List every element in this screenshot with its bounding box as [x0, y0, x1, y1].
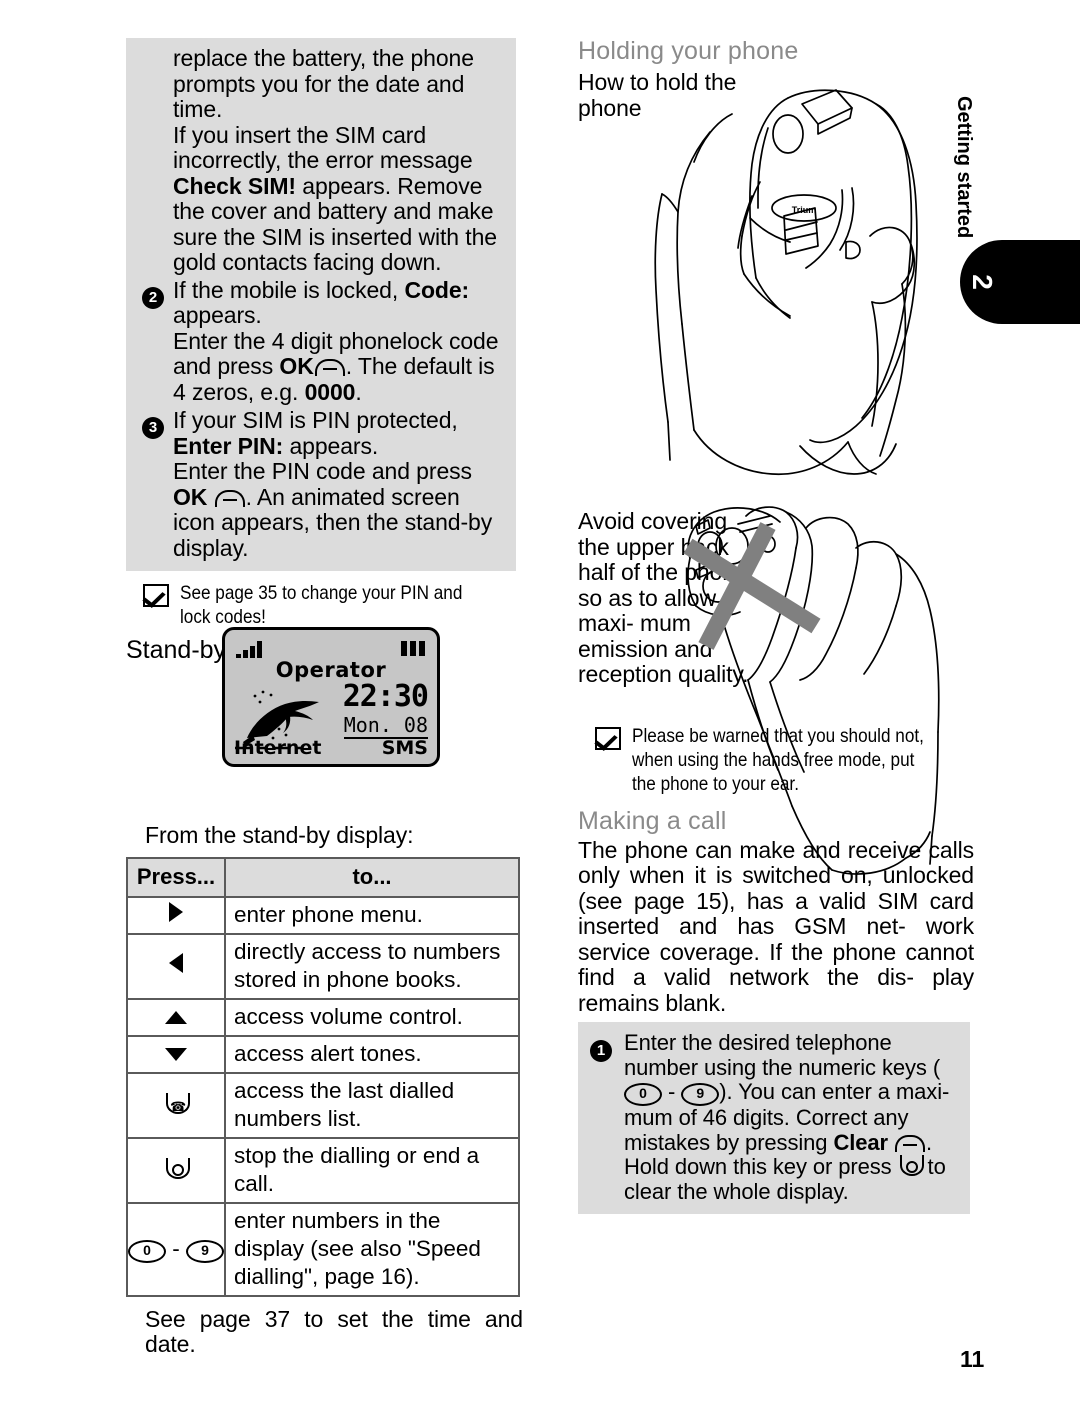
step-3-line1-pre: If your SIM is PIN protected, — [173, 407, 458, 433]
step-2-body: If the mobile is locked, Code: appears. … — [173, 276, 502, 406]
step-2-line1-post: appears. — [173, 302, 262, 328]
step-2-line2-post: . — [355, 378, 362, 405]
header-press: Press... — [126, 856, 226, 898]
battery-icon — [401, 641, 425, 656]
step-number-badge: 3 — [142, 417, 164, 439]
check-box-icon — [143, 584, 169, 607]
end-key-icon — [898, 1155, 924, 1179]
key-nine-icon: 9 — [681, 1083, 720, 1106]
step-3-number: 3 — [142, 408, 173, 439]
check-sim-bold: Check SIM! — [173, 172, 296, 199]
standby-display-screenshot: Operator 22:30 Mon. 08 Internet SMS — [222, 627, 440, 767]
step-3-line1: If your SIM is PIN protected, Enter PIN:… — [173, 407, 502, 459]
step-1-number: 1 — [590, 1031, 624, 1062]
table-row: stop the dialling or end a call. — [126, 1136, 520, 1204]
row-action: directly access to numbers stored in pho… — [224, 932, 520, 1000]
step-2-line1-pre: If the mobile is locked, — [173, 276, 405, 303]
table-row: access the last dialled numbers list. — [126, 1071, 520, 1139]
code-label-bold: Code: — [404, 276, 470, 303]
ok-key-icon — [314, 359, 345, 376]
chapter-label: Getting started — [953, 96, 1005, 238]
clear-label-bold: Clear — [833, 1129, 888, 1155]
chapter-tab: 2 — [960, 240, 1080, 324]
arrow-up-icon — [126, 997, 226, 1037]
manual-page: replace the battery, the phone prompts y… — [0, 0, 1080, 1410]
row-action: enter numbers in the display (see also "… — [224, 1201, 520, 1297]
step-2-line2: Enter the 4 digit phonelock code and pre… — [173, 328, 502, 406]
step-number-badge: 1 — [590, 1040, 612, 1062]
table-row: enter phone menu. — [126, 895, 520, 935]
arrow-left-icon — [126, 932, 226, 1000]
key-range-dash: - — [662, 1079, 682, 1104]
numeric-keys-icon: 0 - 9 — [126, 1201, 226, 1297]
step-1-text: Enter the desired telephone number using… — [624, 1030, 960, 1204]
enter-pin-bold: Enter PIN: — [173, 432, 284, 459]
instructions-gray-box: replace the battery, the phone prompts y… — [126, 38, 516, 571]
page-number: 11 — [960, 1346, 985, 1372]
header-to: to... — [224, 856, 520, 898]
chapter-tab-number: 2 — [966, 274, 998, 290]
key-zero: 0 — [128, 1239, 166, 1263]
pin-note-text: See page 35 to change your PIN and lock … — [180, 582, 463, 628]
holding-your-phone-heading: Holding your phone — [578, 37, 799, 65]
end-key-icon — [126, 1136, 226, 1204]
table-row: access alert tones. — [126, 1034, 520, 1074]
table-row: access volume control. — [126, 997, 520, 1037]
step-2-number: 2 — [142, 278, 173, 309]
row-action: access volume control. — [224, 997, 520, 1037]
hand-holding-phone-correct-illustration: Trium — [654, 89, 918, 476]
ok-key-icon — [214, 489, 245, 507]
step-3: 3 If your SIM is PIN protected, Enter PI… — [142, 407, 502, 561]
ok-key-icon — [895, 1134, 925, 1152]
sim-paragraph-pre: If you insert the SIM card incorrectly, … — [173, 121, 473, 173]
pin-note: See page 35 to change your PIN and lock … — [143, 581, 526, 629]
intro-paragraph: replace the battery, the phone prompts y… — [173, 45, 474, 122]
ok-label-bold: OK — [173, 483, 208, 510]
arrow-right-icon — [126, 895, 226, 935]
step-2-line1: If the mobile is locked, Code: appears. — [173, 276, 502, 329]
step-3-line2: Enter the PIN code and press OK . An ani… — [173, 458, 502, 561]
step-3-line2-pre: Enter the PIN code and press — [173, 458, 472, 484]
table-row: directly access to numbers stored in pho… — [126, 932, 520, 1000]
step-1-body: Enter the desired telephone number using… — [624, 1030, 960, 1204]
arrow-down-icon — [126, 1034, 226, 1074]
key-nine: 9 — [186, 1239, 224, 1263]
chapter-label-text: Getting started — [953, 96, 975, 239]
key-function-table: Press... to... enter phone menu. directl… — [126, 856, 520, 1297]
sim-paragraph: If you insert the SIM card incorrectly, … — [173, 121, 502, 276]
step-1-part1: Enter the desired telephone number using… — [624, 1030, 941, 1080]
send-key-icon — [126, 1071, 226, 1139]
check-box-icon — [595, 726, 621, 750]
row-action: access the last dialled numbers list. — [224, 1071, 520, 1139]
from-standby-label: From the stand-by display: — [145, 822, 414, 848]
row-action: stop the dialling or end a call. — [224, 1136, 520, 1204]
making-a-call-gray-box: 1 Enter the desired telephone number usi… — [578, 1022, 970, 1214]
table-header-row: Press... to... — [126, 856, 520, 898]
softkey-sms[interactable]: SMS — [382, 737, 428, 759]
default-code-bold: 0000 — [304, 378, 356, 405]
step-3-line1-post: appears. — [283, 432, 379, 459]
table-row: 0 - 9 enter numbers in the display (see … — [126, 1201, 520, 1297]
signal-bars-icon — [236, 640, 262, 658]
phone-screen: Operator 22:30 Mon. 08 Internet SMS — [222, 627, 440, 767]
key-zero-icon: 0 — [624, 1083, 662, 1106]
row-action: enter phone menu. — [224, 895, 520, 935]
step-3-body: If your SIM is PIN protected, Enter PIN:… — [173, 407, 502, 561]
step-number-badge: 2 — [142, 286, 164, 309]
step-1: 1 Enter the desired telephone number usi… — [590, 1030, 960, 1204]
see-page-37-text: See page 37 to set the time and date. — [145, 1305, 523, 1357]
hand-covering-phone-wrong-illustration — [683, 506, 940, 875]
clock-time: 22:30 — [342, 679, 429, 714]
softkey-internet[interactable]: Internet — [234, 737, 321, 759]
step-2: 2 If the mobile is locked, Code: appears… — [142, 276, 502, 406]
ok-label-bold: OK — [279, 353, 314, 379]
row-action: access alert tones. — [224, 1034, 520, 1074]
clock-date: Mon. 08 — [343, 713, 428, 739]
